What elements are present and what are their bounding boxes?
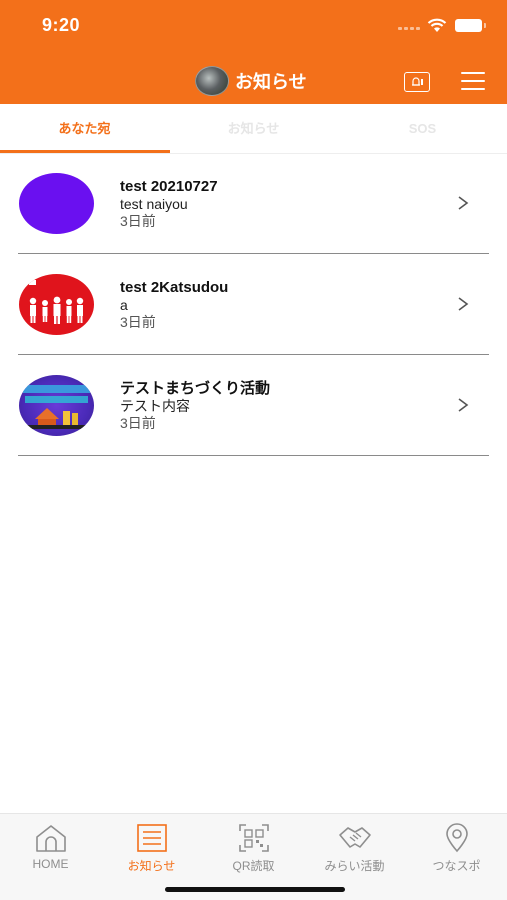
- list-item-body: a: [120, 297, 128, 313]
- bottom-tab-label: お知らせ: [127, 859, 176, 873]
- bottom-tab-label: QR読取: [232, 859, 275, 873]
- notification-settings-button[interactable]: [404, 72, 430, 92]
- chevron-right-icon: [458, 398, 469, 412]
- notice-icon: [136, 824, 167, 852]
- header-title-group: お知らせ: [195, 66, 307, 96]
- list-item-text: テストまちづくり活動 テスト内容 3日前: [120, 380, 270, 432]
- navigation-bar: お知らせ: [0, 58, 507, 104]
- cellular-signal-icon: [398, 27, 420, 30]
- tab-for-you[interactable]: あなた宛: [0, 104, 169, 154]
- bell-icon: [412, 77, 423, 86]
- chevron-right-icon: [458, 196, 469, 210]
- list-item-title: テストまちづくり活動: [120, 380, 271, 397]
- thumbnail-image: [19, 173, 94, 234]
- battery-icon: [455, 19, 486, 32]
- handshake-icon: [338, 827, 371, 848]
- list-item-title: test 2Katsudou: [120, 279, 229, 296]
- bottom-tab-home[interactable]: HOME: [0, 822, 101, 871]
- chevron-right-icon: [458, 297, 469, 311]
- list-item-date: 3日前: [120, 213, 156, 229]
- list-item-title: test 20210727: [120, 178, 218, 195]
- divider: [18, 354, 489, 355]
- avatar[interactable]: [195, 66, 229, 96]
- list-item-date: 3日前: [120, 314, 156, 330]
- home-icon: [35, 825, 66, 852]
- list-item-body: test naiyou: [120, 196, 188, 212]
- wifi-icon: [427, 18, 447, 32]
- bottom-tab-label: みらい活動: [324, 859, 385, 873]
- list-item[interactable]: テストまちづくり活動 テスト内容 3日前: [0, 356, 507, 457]
- list-item-text: test 2Katsudou a 3日前: [120, 279, 228, 331]
- home-indicator[interactable]: [165, 887, 345, 892]
- list-item-text: test 20210727 test naiyou 3日前: [120, 178, 218, 230]
- active-tab-indicator: [0, 150, 170, 153]
- bottom-tab-label: つなスポ: [432, 859, 481, 873]
- page-title: お知らせ: [235, 72, 307, 92]
- tab-sos[interactable]: SOS: [338, 104, 507, 154]
- town-project-illustration-icon: [23, 385, 90, 429]
- divider: [18, 253, 489, 254]
- divider: [18, 455, 489, 456]
- notification-list: test 20210727 test naiyou 3日前 test 2Kats…: [0, 154, 507, 457]
- qr-icon: [238, 824, 269, 852]
- list-item-body: テスト内容: [120, 398, 190, 414]
- thumbnail-image: [19, 274, 94, 335]
- list-item[interactable]: test 2Katsudou a 3日前: [0, 255, 507, 356]
- tab-announcements[interactable]: お知らせ: [169, 104, 338, 154]
- location-pin-icon: [445, 823, 468, 853]
- thumbnail-image: [19, 375, 94, 436]
- bottom-tab-label: HOME: [32, 857, 69, 871]
- bottom-tab-notices[interactable]: お知らせ: [101, 822, 202, 874]
- bottom-tab-activities[interactable]: みらい活動: [304, 822, 405, 874]
- hamburger-menu-icon[interactable]: [461, 72, 485, 90]
- status-time: 9:20: [42, 15, 81, 35]
- list-item[interactable]: test 20210727 test naiyou 3日前: [0, 154, 507, 255]
- status-bar: 9:20: [0, 0, 507, 58]
- list-item-date: 3日前: [120, 415, 156, 431]
- segment-tabs: あなた宛 お知らせ SOS: [0, 104, 507, 154]
- bottom-tab-qr[interactable]: QR読取: [203, 822, 304, 874]
- bottom-tab-spots[interactable]: つなスポ: [406, 822, 507, 874]
- family-illustration-icon: [29, 280, 84, 324]
